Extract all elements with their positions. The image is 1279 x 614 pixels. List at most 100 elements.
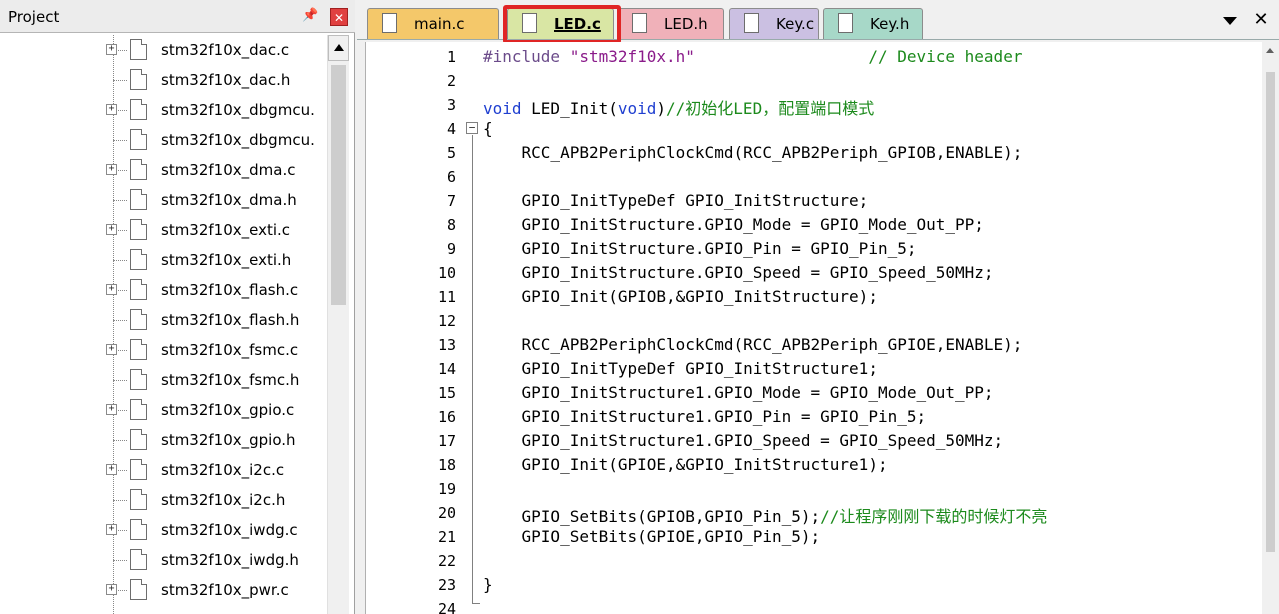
project-file-item[interactable]: stm32f10x_exti.h: [0, 245, 335, 275]
code-line[interactable]: RCC_APB2PeriphClockCmd(RCC_APB2Periph_GP…: [483, 335, 1023, 354]
code-line[interactable]: GPIO_InitStructure1.GPIO_Speed = GPIO_Sp…: [483, 431, 1004, 450]
expand-icon[interactable]: +: [106, 284, 117, 295]
code-line[interactable]: GPIO_Init(GPIOB,&GPIO_InitStructure);: [483, 287, 878, 306]
tree-branch-line: [113, 320, 127, 321]
expand-icon[interactable]: +: [106, 404, 117, 415]
expand-icon[interactable]: +: [106, 224, 117, 235]
project-file-item[interactable]: + stm32f10x_dac.c: [0, 35, 335, 65]
file-name: stm32f10x_flash.c: [161, 281, 299, 299]
line-number: 19: [437, 480, 456, 498]
project-file-item[interactable]: stm32f10x_i2c.h: [0, 485, 335, 515]
fold-toggle-icon[interactable]: −: [466, 122, 478, 134]
file-name: stm32f10x_exti.h: [161, 251, 292, 269]
project-scrollbar[interactable]: [327, 35, 349, 614]
project-file-item[interactable]: + stm32f10x_iwdg.c: [0, 515, 335, 545]
file-name: stm32f10x_flash.h: [161, 311, 300, 329]
project-file-item[interactable]: + stm32f10x_dma.c: [0, 155, 335, 185]
project-file-item[interactable]: stm32f10x_dbgmcu.: [0, 125, 335, 155]
expand-icon[interactable]: +: [106, 104, 117, 115]
code-editor[interactable]: 1 2 3 4 5 6 7 8 9 10 11 12 13 14 15 16 17 18 19 20 21 22 23 24 …: [365, 42, 1279, 614]
tree-branch-line: [113, 500, 127, 501]
scroll-thumb[interactable]: [331, 65, 346, 305]
code-line[interactable]: GPIO_SetBits(GPIOB,GPIO_Pin_5);//让程序刚刚下载…: [483, 503, 1048, 527]
code-line[interactable]: }: [483, 575, 493, 594]
project-file-item[interactable]: + stm32f10x_fsmc.c: [0, 335, 335, 365]
project-file-item[interactable]: + stm32f10x_gpio.c: [0, 395, 335, 425]
line-number: 5: [446, 144, 456, 162]
line-number: 8: [446, 216, 456, 234]
file-name: stm32f10x_i2c.c: [161, 461, 285, 479]
file-name: stm32f10x_dma.c: [161, 161, 296, 179]
file-name: stm32f10x_fsmc.c: [161, 341, 299, 359]
expand-icon[interactable]: +: [106, 344, 117, 355]
expand-icon[interactable]: +: [106, 44, 117, 55]
code-token: GPIO_InitStructure1.GPIO_Mode = GPIO_Mod…: [483, 383, 994, 402]
line-number: 23: [437, 576, 456, 594]
project-file-item[interactable]: + stm32f10x_exti.c: [0, 215, 335, 245]
code-token: void: [617, 99, 657, 118]
file-name: stm32f10x_dbgmcu.: [161, 131, 315, 149]
project-file-item[interactable]: stm32f10x_dma.h: [0, 185, 335, 215]
ide-window: Project 📌 ✕ + stm32f10x_dac.c stm32f10x_da…: [0, 0, 1279, 614]
line-number: 1: [446, 48, 456, 66]
close-tab-icon[interactable]: ✕: [1252, 10, 1270, 30]
code-line[interactable]: GPIO_SetBits(GPIOE,GPIO_Pin_5);: [483, 527, 821, 546]
project-file-item[interactable]: + stm32f10x_i2c.c: [0, 455, 335, 485]
code-token: GPIO_SetBits(GPIOB,GPIO_Pin_5);: [483, 507, 821, 526]
code-token: {: [483, 119, 493, 138]
file-name: stm32f10x_iwdg.c: [161, 521, 298, 539]
code-line[interactable]: #include "stm32f10x.h" // Device header: [483, 47, 1022, 66]
line-number: 14: [437, 360, 456, 378]
code-line[interactable]: GPIO_InitStructure.GPIO_Mode = GPIO_Mode…: [483, 215, 984, 234]
project-file-item[interactable]: stm32f10x_iwdg.h: [0, 545, 335, 575]
file-icon: [130, 249, 147, 270]
tab-led-c[interactable]: LED.c: [507, 8, 614, 39]
chevron-down-icon[interactable]: [1223, 15, 1237, 27]
tab-key-c[interactable]: Key.c: [729, 8, 819, 39]
code-line[interactable]: {: [483, 119, 493, 138]
pin-icon[interactable]: 📌: [302, 8, 318, 24]
expand-icon[interactable]: +: [106, 584, 117, 595]
code-line[interactable]: GPIO_InitTypeDef GPIO_InitStructure1;: [483, 359, 878, 378]
file-icon: [130, 279, 147, 300]
scroll-up-arrow-icon[interactable]: [328, 35, 349, 61]
file-name: stm32f10x_fsmc.h: [161, 371, 300, 389]
file-icon: [744, 13, 759, 33]
scroll-up-arrow-icon[interactable]: [1262, 42, 1279, 60]
scroll-thumb[interactable]: [1266, 72, 1275, 552]
line-number: 7: [446, 192, 456, 210]
line-number: 4: [446, 120, 456, 138]
code-line[interactable]: GPIO_Init(GPIOE,&GPIO_InitStructure1);: [483, 455, 888, 474]
tab-main-c[interactable]: main.c: [367, 8, 499, 39]
line-number: 24: [437, 600, 456, 614]
tab-led-h[interactable]: LED.h: [617, 8, 724, 39]
project-panel: Project 📌 ✕ + stm32f10x_dac.c stm32f10x_da…: [0, 0, 355, 614]
editor-scrollbar[interactable]: [1262, 42, 1279, 614]
expand-icon[interactable]: +: [106, 464, 117, 475]
code-token: //让程序刚刚下载的时候灯不亮: [820, 507, 1048, 526]
code-line[interactable]: void LED_Init(void)//初始化LED，配置端口模式: [483, 95, 874, 119]
file-icon: [130, 309, 147, 330]
project-file-item[interactable]: + stm32f10x_flash.c: [0, 275, 335, 305]
file-name: stm32f10x_dbgmcu.: [161, 101, 315, 119]
project-file-item[interactable]: stm32f10x_fsmc.h: [0, 365, 335, 395]
project-panel-title: Project: [8, 8, 60, 26]
close-icon[interactable]: ✕: [330, 8, 348, 26]
file-icon: [130, 339, 147, 360]
expand-icon[interactable]: +: [106, 164, 117, 175]
code-line[interactable]: GPIO_InitStructure1.GPIO_Mode = GPIO_Mod…: [483, 383, 994, 402]
project-file-item[interactable]: stm32f10x_dac.h: [0, 65, 335, 95]
file-icon: [130, 129, 147, 150]
code-line[interactable]: GPIO_InitTypeDef GPIO_InitStructure;: [483, 191, 869, 210]
expand-icon[interactable]: +: [106, 524, 117, 535]
project-file-item[interactable]: stm32f10x_gpio.h: [0, 425, 335, 455]
code-line[interactable]: GPIO_InitStructure.GPIO_Speed = GPIO_Spe…: [483, 263, 994, 282]
code-line[interactable]: GPIO_InitStructure1.GPIO_Pin = GPIO_Pin_…: [483, 407, 927, 426]
project-file-item[interactable]: + stm32f10x_pwr.c: [0, 575, 335, 605]
code-line[interactable]: RCC_APB2PeriphClockCmd(RCC_APB2Periph_GP…: [483, 143, 1023, 162]
code-line[interactable]: GPIO_InitStructure.GPIO_Pin = GPIO_Pin_5…: [483, 239, 917, 258]
line-number: 13: [437, 336, 456, 354]
project-file-item[interactable]: + stm32f10x_dbgmcu.: [0, 95, 335, 125]
tab-key-h[interactable]: Key.h: [823, 8, 923, 39]
project-file-item[interactable]: stm32f10x_flash.h: [0, 305, 335, 335]
